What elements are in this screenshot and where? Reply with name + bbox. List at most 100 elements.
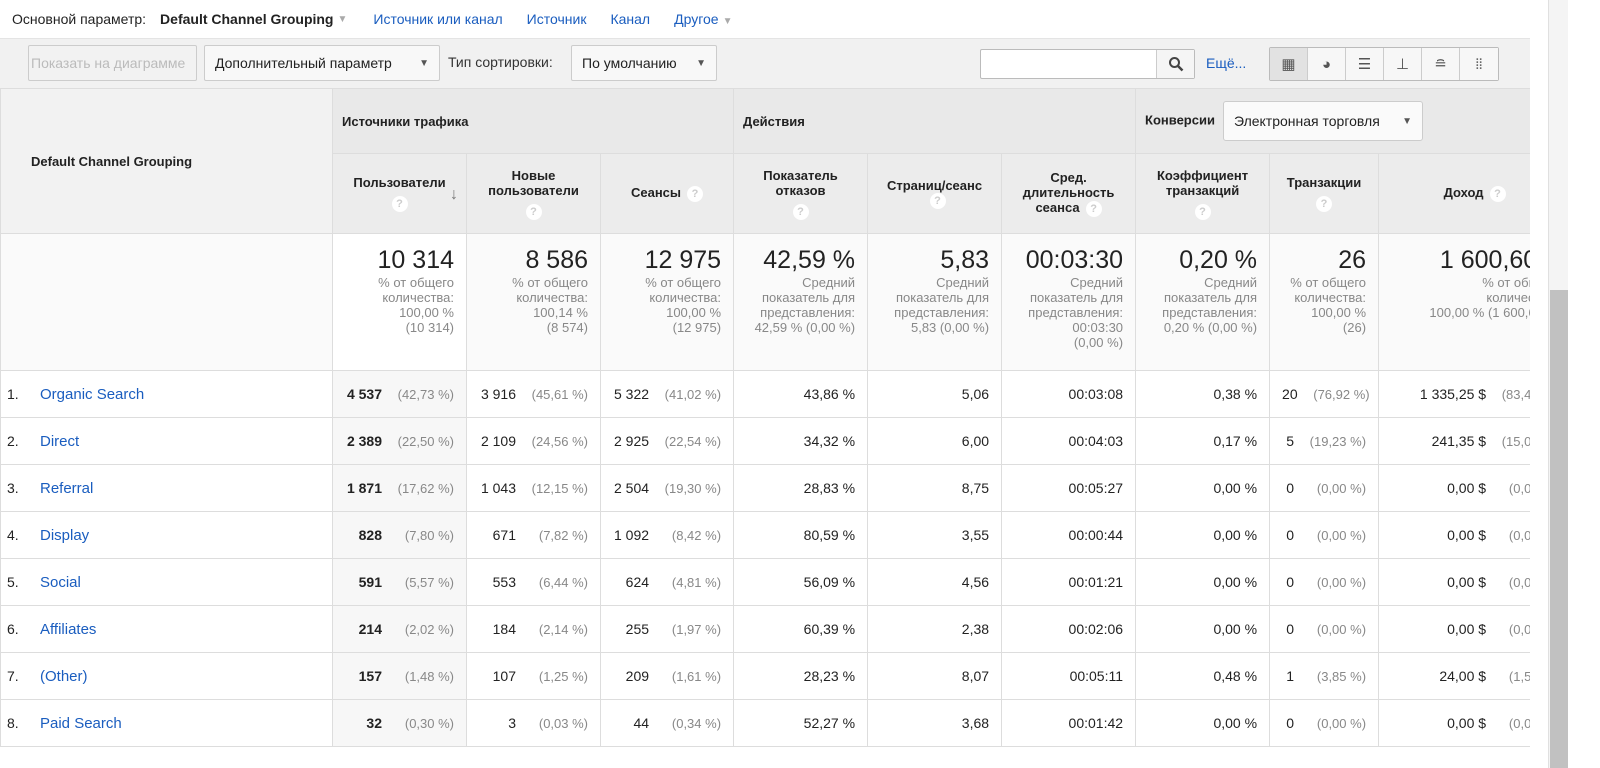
total-new-users: 8 586% от общего количества: 100,14 % (8… (466, 233, 601, 371)
dimension-header[interactable]: Default Channel Grouping (0, 88, 333, 234)
column-header-bounce-rate[interactable]: Показатель отказов? (733, 153, 869, 234)
chevron-down-icon: ▼ (419, 57, 429, 69)
secondary-dimension-dropdown[interactable]: Дополнительный параметр ▼ (204, 45, 440, 81)
transactions-value: 1 (1286, 668, 1295, 684)
column-header-ecommerce-conversion-rate[interactable]: Коэффициент транзакций? (1135, 153, 1271, 234)
total-subtext: Средний показатель для представления: 0,… (1162, 275, 1258, 335)
advanced-link[interactable]: Ещё... (1206, 55, 1246, 71)
transactions-percent: (3,85 %) (1316, 669, 1367, 684)
cell-transactions: 5 (19,23 %) (1269, 417, 1380, 465)
cell-conversion-rate: 0,00 % (1135, 699, 1271, 747)
table-view-icon[interactable]: ▦ (1270, 48, 1308, 80)
revenue-value: 0,00 $ (1447, 527, 1487, 543)
help-icon[interactable]: ? (792, 203, 809, 220)
channel-link[interactable]: Affiliates (40, 621, 96, 638)
search-icon (1168, 57, 1183, 72)
totals-label-cell (0, 233, 333, 371)
primary-dimension-current[interactable]: Default Channel Grouping (160, 11, 333, 27)
column-header-new-users[interactable]: Новые пользователи? (466, 153, 601, 234)
transactions-value: 5 (1286, 433, 1295, 449)
channel-link[interactable]: Display (40, 527, 89, 544)
sessions-value: 5 322 (613, 386, 650, 402)
table-search (980, 49, 1195, 79)
help-icon[interactable]: ? (1489, 185, 1506, 202)
users-percent: (1,48 %) (404, 669, 454, 684)
users-value: 828 (358, 527, 382, 543)
dimension-link-source[interactable]: Источник (527, 11, 587, 27)
cell-transactions: 0 (0,00 %) (1269, 511, 1380, 559)
new-users-value: 107 (492, 668, 516, 684)
help-icon[interactable]: ? (1194, 203, 1211, 220)
pivot-view-icon[interactable]: ⦙⦙ (1460, 48, 1498, 80)
channel-link[interactable]: Social (40, 574, 81, 591)
help-icon[interactable]: ? (1085, 200, 1102, 217)
revenue-percent: (15,08 %) (1501, 434, 1530, 449)
transactions-value: 0 (1286, 621, 1295, 637)
dimension-link-other[interactable]: Другое ▼ (674, 11, 732, 27)
column-header-pages-per-session[interactable]: Страниц/сеанс? (867, 153, 1003, 234)
channel-link[interactable]: Direct (40, 433, 79, 450)
transactions-percent: (0,00 %) (1316, 622, 1367, 637)
help-icon[interactable]: ? (929, 193, 946, 210)
channel-link[interactable]: Referral (40, 480, 93, 497)
cell-users: 157 (1,48 %) (332, 652, 467, 700)
users-value: 157 (358, 668, 382, 684)
column-header-avg-session-duration[interactable]: Сред. длительность сеанса? (1001, 153, 1137, 234)
total-bounce-rate: 42,59 % Средний показатель для представле… (733, 233, 869, 371)
cell-users: 214 (2,02 %) (332, 605, 467, 653)
scrollbar-thumb[interactable] (1550, 290, 1568, 768)
search-button[interactable] (1156, 50, 1194, 78)
column-header-sessions[interactable]: Сеансы? (599, 153, 735, 234)
cell-bounce-rate: 28,23 % (733, 652, 869, 700)
cell-revenue: 241,35 $ (15,08 %) (1378, 417, 1530, 465)
sort-type-dropdown[interactable]: По умолчанию ▼ (571, 45, 717, 81)
channel-link[interactable]: (Other) (40, 668, 88, 685)
total-subtext: % от общего количества: 100,14 % (8 574) (512, 275, 588, 335)
cell-conversion-rate: 0,17 % (1135, 417, 1271, 465)
cell-channel: 6. Affiliates (0, 605, 333, 653)
dimension-link-medium[interactable]: Канал (610, 11, 650, 27)
new-users-percent: (24,56 %) (531, 434, 588, 449)
conversion-goal-dropdown[interactable]: Электронная торговля ▼ (1222, 101, 1423, 141)
table-row: 6. Affiliates 214 (2,02 %) 184 (2,14 %) 255 (1,… (0, 605, 1530, 653)
new-users-percent: (1,25 %) (538, 669, 588, 684)
total-sessions: 12 975% от общего количества: 100,00 % (… (599, 233, 735, 371)
cell-revenue: 0,00 $ (0,00 %) (1378, 605, 1530, 653)
help-icon[interactable]: ? (1316, 196, 1333, 212)
revenue-value: 0,00 $ (1447, 480, 1487, 496)
column-header-label: Доход (1443, 185, 1484, 201)
column-header-users[interactable]: Пользователи? ↓ (332, 153, 467, 234)
sessions-percent: (19,30 %) (664, 481, 722, 496)
cell-pages-per-session: 3,68 (867, 699, 1003, 747)
help-icon[interactable]: ? (525, 203, 542, 220)
search-input[interactable] (981, 50, 1156, 78)
total-subtext: Средний показатель для представления: 00… (1028, 275, 1124, 350)
new-users-percent: (6,44 %) (538, 575, 588, 590)
plot-rows-button[interactable]: Показать на диаграмме (28, 45, 197, 81)
pie-view-icon[interactable]: ◕ (1308, 48, 1346, 80)
channel-link[interactable]: Organic Search (40, 386, 144, 403)
dimension-link-source-medium[interactable]: Источник или канал (373, 11, 502, 27)
column-header-revenue[interactable]: Доход? (1378, 153, 1530, 234)
chevron-down-icon: ▼ (1402, 115, 1412, 127)
help-icon[interactable]: ? (391, 196, 408, 212)
table-toolbar: Показать на диаграмме Дополнительный пар… (0, 38, 1530, 88)
users-percent: (42,73 %) (397, 387, 454, 402)
chevron-down-icon: ▼ (696, 57, 706, 69)
performance-view-icon[interactable]: ☰ (1346, 48, 1384, 80)
users-percent: (7,80 %) (404, 528, 454, 543)
sort-descending-icon[interactable]: ↓ (450, 186, 458, 204)
cell-users: 1 871 (17,62 %) (332, 464, 467, 512)
column-header-label: Пользователи (353, 175, 446, 190)
transactions-percent: (0,00 %) (1316, 716, 1367, 731)
group-behavior: Действия (733, 88, 1137, 154)
term-cloud-view-icon[interactable]: ≘ (1422, 48, 1460, 80)
cell-sessions: 2 925 (22,54 %) (599, 417, 735, 465)
channel-link[interactable]: Paid Search (40, 715, 122, 732)
cell-channel: 5. Social (0, 558, 333, 606)
column-header-transactions[interactable]: Транзакции? (1269, 153, 1380, 234)
revenue-percent: (0,00 %) (1508, 716, 1530, 731)
help-icon[interactable]: ? (687, 185, 704, 202)
comparison-view-icon[interactable]: ⊥ (1384, 48, 1422, 80)
cell-pages-per-session: 2,38 (867, 605, 1003, 653)
